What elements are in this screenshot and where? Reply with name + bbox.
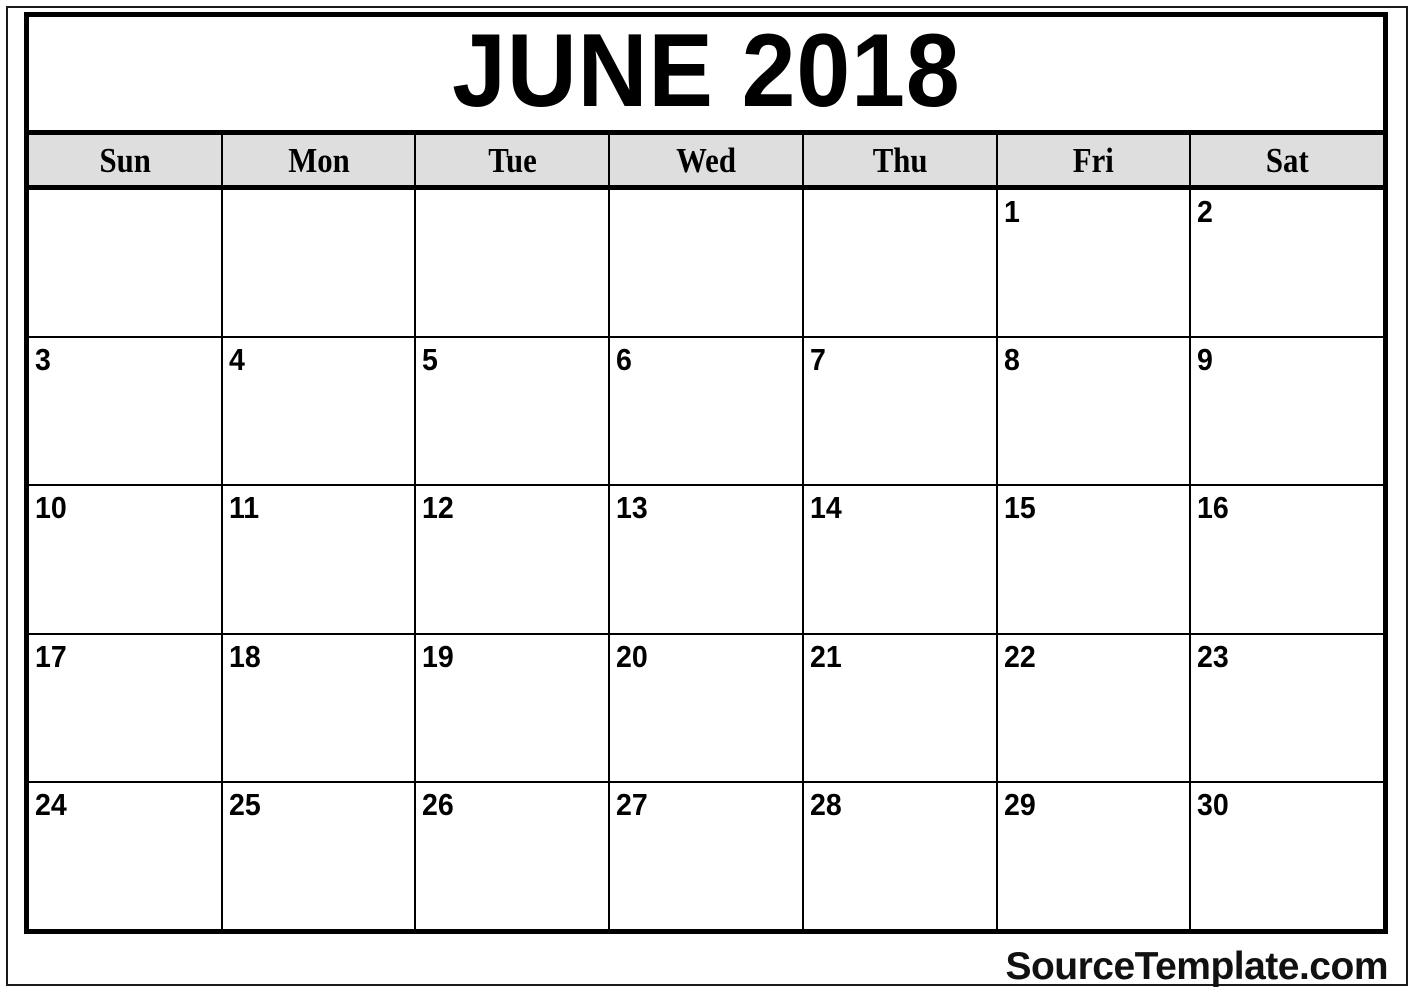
weekday-label: Mon — [287, 140, 350, 180]
week-row: 1 2 — [29, 190, 1384, 339]
day-cell[interactable] — [610, 190, 804, 337]
day-number: 24 — [35, 786, 67, 822]
weekday-header-wed: Wed — [610, 135, 804, 185]
weekday-label: Sat — [1265, 140, 1309, 180]
day-cell[interactable]: 9 — [1191, 338, 1384, 485]
day-cell[interactable]: 30 — [1191, 782, 1384, 930]
day-number: 10 — [35, 490, 67, 526]
day-number: 11 — [228, 490, 259, 526]
day-cell[interactable] — [29, 190, 223, 337]
day-cell[interactable]: 15 — [997, 486, 1192, 633]
day-cell[interactable]: 14 — [803, 486, 998, 633]
source-watermark: SourceTemplate.com — [1005, 945, 1388, 988]
calendar-title-bar: JUNE 2018 — [29, 17, 1383, 135]
day-cell[interactable]: 28 — [803, 782, 998, 930]
weekday-header-thu: Thu — [803, 135, 998, 185]
day-cell[interactable]: 22 — [997, 634, 1192, 781]
day-cell[interactable]: 3 — [29, 338, 223, 485]
day-number: 20 — [616, 638, 648, 674]
day-number: 2 — [1197, 194, 1214, 229]
day-number: 12 — [422, 490, 455, 526]
day-cell[interactable]: 26 — [416, 782, 611, 930]
day-cell[interactable]: 17 — [29, 634, 223, 781]
weekday-label: Tue — [488, 140, 537, 180]
day-number: 27 — [616, 786, 648, 822]
day-cell[interactable]: 8 — [997, 338, 1192, 485]
day-number: 16 — [1197, 490, 1230, 526]
calendar-table: JUNE 2018 Sun Mon Tue Wed Thu Fri Sat 1 … — [24, 12, 1388, 934]
day-number: 18 — [228, 638, 261, 674]
day-number: 9 — [1197, 342, 1214, 378]
weekday-header-tue: Tue — [416, 135, 611, 185]
day-number: 21 — [809, 638, 842, 674]
day-number: 17 — [35, 638, 67, 674]
day-cell[interactable]: 29 — [997, 782, 1192, 930]
day-number: 29 — [1003, 786, 1036, 822]
day-number: 30 — [1197, 786, 1230, 822]
day-cell[interactable]: 10 — [29, 486, 223, 633]
day-number: 13 — [616, 490, 648, 526]
day-number: 15 — [1003, 490, 1036, 526]
day-number: 5 — [422, 342, 439, 378]
week-row: 10 11 12 13 14 15 16 — [29, 486, 1384, 635]
day-cell[interactable]: 24 — [29, 782, 223, 930]
day-number: 1 — [1003, 194, 1020, 229]
day-cell[interactable]: 1 — [997, 190, 1192, 337]
day-cell[interactable]: 19 — [416, 634, 611, 781]
weekday-header-row: Sun Mon Tue Wed Thu Fri Sat — [29, 135, 1384, 190]
day-cell[interactable]: 23 — [1191, 634, 1384, 781]
weekday-label: Thu — [872, 140, 928, 180]
weekday-header-mon: Mon — [222, 135, 417, 185]
calendar-page: JUNE 2018 Sun Mon Tue Wed Thu Fri Sat 1 … — [0, 0, 1416, 998]
day-cell[interactable]: 11 — [222, 486, 417, 633]
weekday-header-fri: Fri — [997, 135, 1192, 185]
day-cell[interactable]: 13 — [610, 486, 804, 633]
day-number: 26 — [422, 786, 455, 822]
day-cell[interactable]: 5 — [416, 338, 611, 485]
day-number: 3 — [35, 342, 51, 378]
day-cell[interactable]: 12 — [416, 486, 611, 633]
day-cell[interactable] — [803, 190, 998, 337]
day-cell[interactable] — [222, 190, 417, 337]
calendar-grid: 1 2 3 4 5 6 7 8 9 10 11 12 13 14 15 16 1… — [29, 190, 1384, 930]
day-cell[interactable]: 2 — [1191, 190, 1384, 337]
day-number: 4 — [228, 342, 245, 378]
weekday-label: Wed — [676, 140, 736, 180]
day-number: 6 — [616, 342, 633, 378]
day-number: 23 — [1197, 638, 1230, 674]
week-row: 24 25 26 27 28 29 30 — [29, 782, 1384, 930]
day-number: 8 — [1003, 342, 1020, 378]
day-number: 28 — [809, 786, 842, 822]
day-number: 7 — [809, 342, 826, 378]
page-title: JUNE 2018 — [451, 17, 961, 129]
weekday-label: Sun — [99, 140, 151, 180]
day-cell[interactable]: 18 — [222, 634, 417, 781]
week-row: 17 18 19 20 21 22 23 — [29, 634, 1384, 783]
day-cell[interactable]: 16 — [1191, 486, 1384, 633]
weekday-header-sat: Sat — [1191, 135, 1384, 185]
weekday-header-sun: Sun — [29, 135, 223, 185]
day-cell[interactable]: 4 — [222, 338, 417, 485]
day-cell[interactable]: 27 — [610, 782, 804, 930]
day-cell[interactable] — [416, 190, 611, 337]
day-cell[interactable]: 21 — [803, 634, 998, 781]
week-row: 3 4 5 6 7 8 9 — [29, 338, 1384, 487]
day-number: 25 — [228, 786, 261, 822]
day-cell[interactable]: 7 — [803, 338, 998, 485]
day-cell[interactable]: 6 — [610, 338, 804, 485]
day-cell[interactable]: 25 — [222, 782, 417, 930]
day-number: 19 — [422, 638, 455, 674]
weekday-label: Fri — [1072, 140, 1114, 180]
day-cell[interactable]: 20 — [610, 634, 804, 781]
day-number: 14 — [809, 490, 842, 526]
day-number: 22 — [1003, 638, 1036, 674]
